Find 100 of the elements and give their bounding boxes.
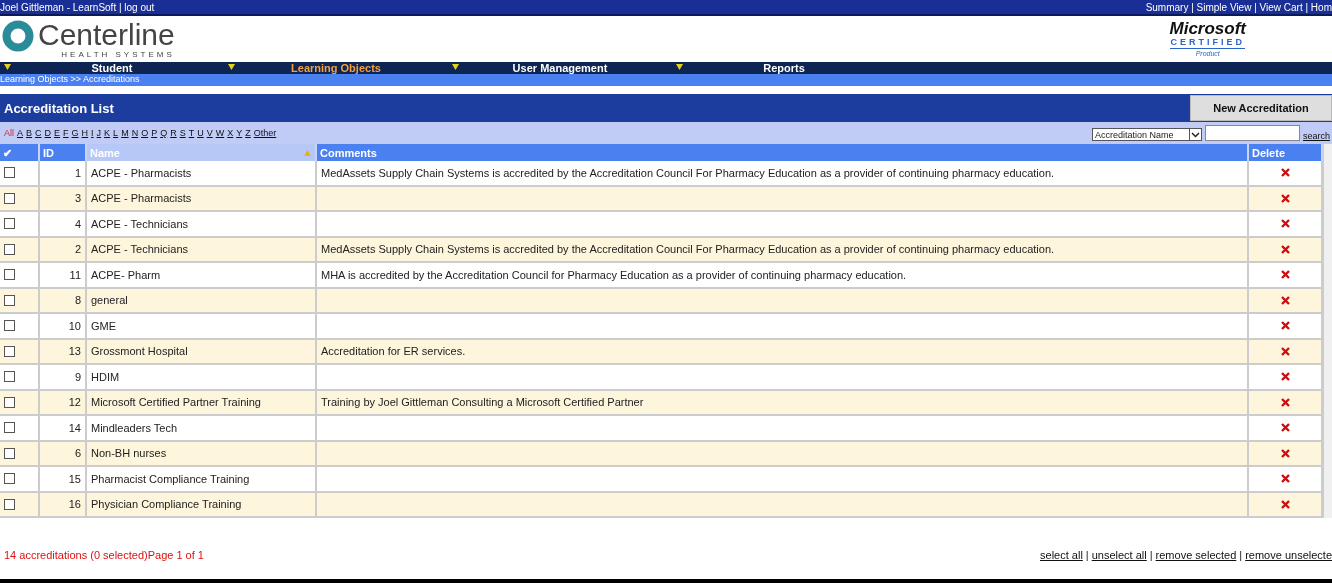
letter-link[interactable]: G <box>71 128 79 138</box>
letter-link[interactable]: V <box>206 128 213 138</box>
separator: | <box>1149 548 1153 561</box>
delete-icon[interactable] <box>1280 474 1290 484</box>
nav-item[interactable]: Student <box>91 62 133 74</box>
page-title: Accreditation List <box>3 100 114 116</box>
row-checkbox[interactable] <box>4 218 15 230</box>
letter-link[interactable]: A <box>17 128 24 138</box>
separator: | <box>1085 548 1089 561</box>
letter-link[interactable]: F <box>63 128 69 138</box>
dropdown-icon[interactable] <box>4 64 11 70</box>
letter-link[interactable]: S <box>179 128 186 138</box>
letter-link[interactable]: L <box>113 128 119 138</box>
row-checkbox[interactable] <box>4 422 15 434</box>
letter-link[interactable]: B <box>26 128 33 138</box>
delete-icon[interactable] <box>1280 499 1290 509</box>
row-checkbox[interactable] <box>4 447 15 459</box>
name-cell: Grossmont Hospital <box>87 339 317 365</box>
badge-brand: Microsoft <box>1169 20 1246 37</box>
delete-icon[interactable] <box>1280 219 1290 229</box>
id-cell: 6 <box>40 441 87 467</box>
letter-link[interactable]: U <box>197 128 204 138</box>
id-cell: 2 <box>40 237 87 263</box>
delete-icon[interactable] <box>1280 423 1290 433</box>
nav-item[interactable]: Learning Objects <box>291 62 381 74</box>
footer-link[interactable]: unselect all <box>1091 548 1147 561</box>
letter-link[interactable]: M <box>121 128 129 138</box>
letter-link[interactable]: Other <box>253 128 277 138</box>
row-checkbox[interactable] <box>4 167 15 179</box>
comments-cell: Accreditation for ER services. <box>317 339 1249 365</box>
search-input[interactable] <box>1205 125 1300 141</box>
summary-text: 14 accreditations (0 selected)Page 1 of 1 <box>4 548 204 561</box>
column-header[interactable]: Delete <box>1252 144 1286 161</box>
caret-icon[interactable] <box>1189 129 1201 140</box>
letter-link[interactable]: X <box>227 128 234 138</box>
letter-link[interactable]: J <box>96 128 102 138</box>
id-cell: 3 <box>40 186 87 212</box>
letter-link[interactable]: W <box>215 128 225 138</box>
search-link[interactable]: search <box>1303 131 1330 141</box>
delete-icon[interactable] <box>1280 168 1290 178</box>
delete-icon[interactable] <box>1280 346 1290 356</box>
delete-icon[interactable] <box>1280 193 1290 203</box>
row-checkbox[interactable] <box>4 269 15 281</box>
comments-cell: Training by Joel Gittleman Consulting a Microsoft Certified Partner <box>317 390 1249 416</box>
letter-link[interactable]: Q <box>160 128 168 138</box>
user-text: Joel Gittleman - LearnSoft | log out <box>0 2 155 14</box>
letter-link[interactable]: D <box>44 128 52 138</box>
breadcrumb[interactable]: Learning Objects >> Accreditations <box>0 74 1332 86</box>
letter-link[interactable]: Z <box>245 128 251 138</box>
row-checkbox[interactable] <box>4 345 15 357</box>
letter-link[interactable]: R <box>170 128 177 138</box>
badge-certified: CERTIFIED <box>1170 37 1245 49</box>
letter-link[interactable]: N <box>131 128 139 138</box>
row-checkbox[interactable] <box>4 498 15 510</box>
delete-icon[interactable] <box>1280 321 1290 331</box>
letter-link[interactable]: Y <box>236 128 243 138</box>
dropdown-icon[interactable] <box>452 64 459 70</box>
name-cell: Physician Compliance Training <box>87 492 317 518</box>
logo-name: Centerline <box>38 19 175 50</box>
delete-icon[interactable] <box>1280 448 1290 458</box>
top-links[interactable]: Summary | Simple View | View Cart | Hom <box>1145 2 1332 14</box>
new-accreditation-button[interactable]: New Accreditation <box>1190 95 1332 121</box>
letter-link[interactable]: K <box>104 128 111 138</box>
column-header[interactable]: ✔ <box>3 144 12 161</box>
name-cell: Non-BH nurses <box>87 441 317 467</box>
id-cell: 16 <box>40 492 87 518</box>
dropdown-icon[interactable] <box>676 64 683 70</box>
row-checkbox[interactable] <box>4 294 15 306</box>
letter-link[interactable]: C <box>35 128 42 138</box>
letter-link[interactable]: P <box>151 128 158 138</box>
delete-icon[interactable] <box>1280 295 1290 305</box>
delete-icon[interactable] <box>1280 244 1290 254</box>
column-header[interactable]: ID <box>43 144 54 161</box>
delete-icon[interactable] <box>1280 372 1290 382</box>
footer-link[interactable]: select all <box>1040 548 1083 561</box>
letter-link[interactable]: T <box>188 128 195 138</box>
letter-link[interactable]: H <box>81 128 89 138</box>
delete-icon[interactable] <box>1280 397 1290 407</box>
name-cell: Microsoft Certified Partner Training <box>87 390 317 416</box>
dropdown-icon[interactable] <box>228 64 235 70</box>
letter-link[interactable]: I <box>91 128 94 138</box>
column-header[interactable]: Comments <box>320 144 377 161</box>
letter-link[interactable]: E <box>54 128 61 138</box>
row-checkbox[interactable] <box>4 473 15 485</box>
search-field-select[interactable]: Accreditation Name <box>1092 128 1202 141</box>
scrollbar[interactable] <box>1323 144 1332 518</box>
row-checkbox[interactable] <box>4 243 15 255</box>
row-checkbox[interactable] <box>4 320 15 332</box>
footer-link[interactable]: remove unselecte <box>1245 548 1332 561</box>
row-checkbox[interactable] <box>4 192 15 204</box>
delete-icon[interactable] <box>1280 270 1290 280</box>
footer-link[interactable]: remove selected <box>1155 548 1237 561</box>
logo-tagline: HEALTH SYSTEMS <box>60 49 175 59</box>
name-cell: ACPE - Pharmacists <box>87 186 317 212</box>
letter-link[interactable]: O <box>141 128 149 138</box>
row-checkbox[interactable] <box>4 371 15 383</box>
id-cell: 13 <box>40 339 87 365</box>
nav-item[interactable]: Reports <box>763 62 805 74</box>
nav-item[interactable]: User Management <box>512 62 608 74</box>
row-checkbox[interactable] <box>4 396 15 408</box>
